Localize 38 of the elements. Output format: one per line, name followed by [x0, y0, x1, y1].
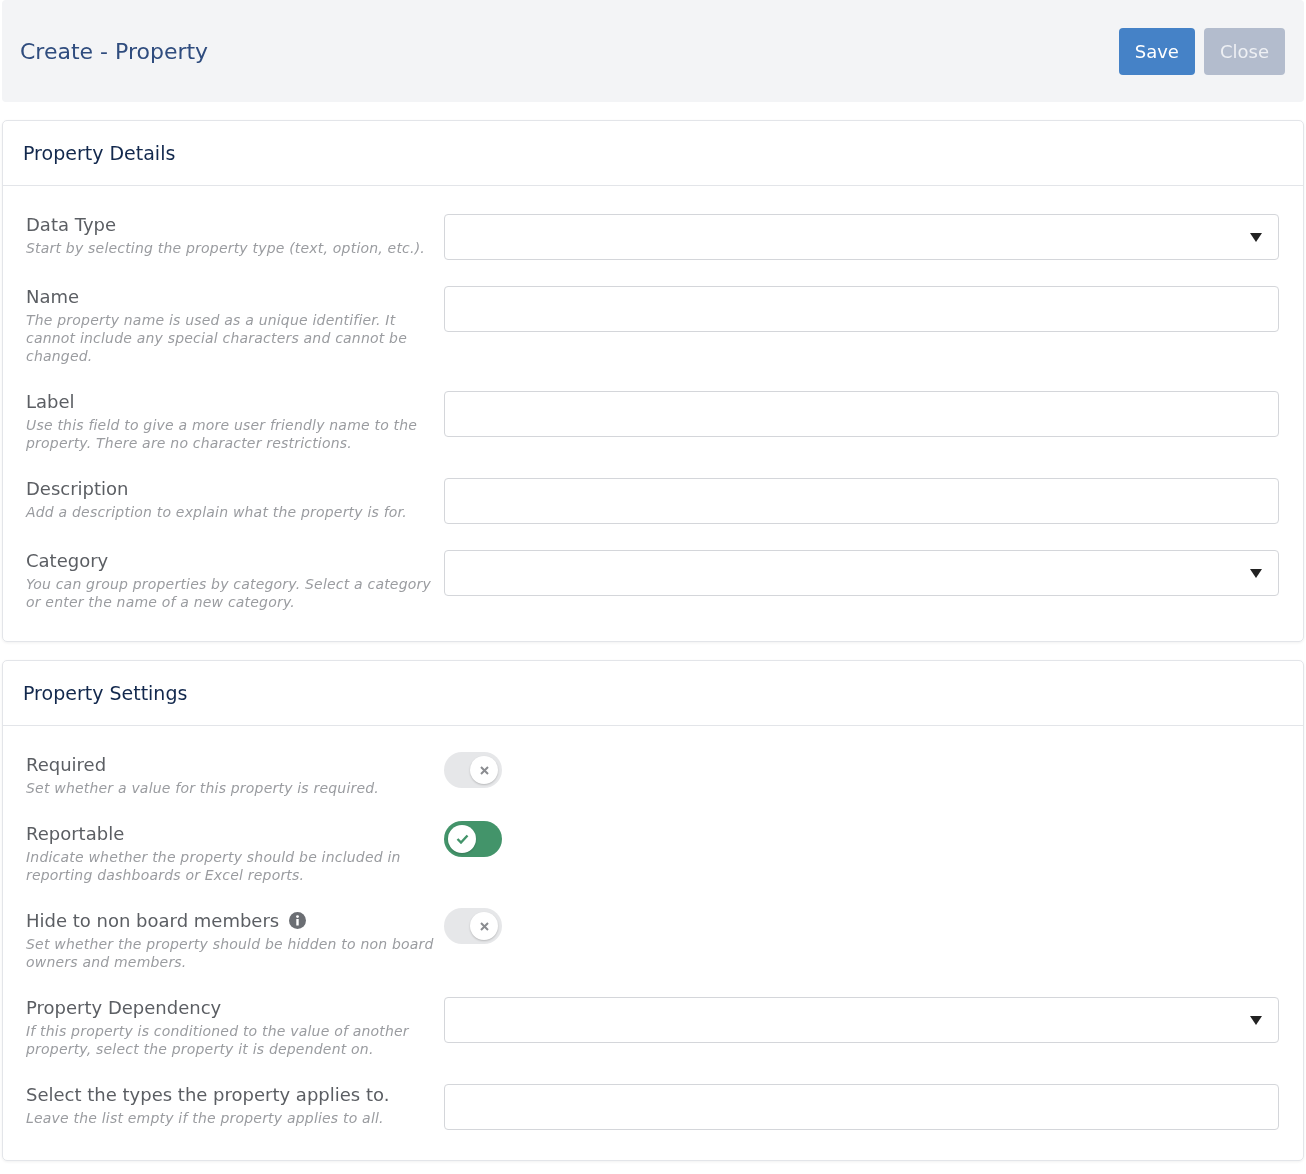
input-field[interactable] [444, 286, 1279, 332]
field-label: Category [26, 550, 109, 571]
toggle-switch[interactable] [444, 821, 502, 857]
field-label: Reportable [26, 823, 125, 844]
page-title: Create - Property [20, 38, 209, 64]
select-field[interactable] [444, 997, 1279, 1043]
help-text: Indicate whether the property should be included in reporting dashboards or Excel reports. [26, 848, 402, 884]
help-text: Add a description to explain what the property is for. [26, 503, 408, 521]
save-button[interactable]: Save [1118, 27, 1195, 75]
field-label: Name [26, 286, 80, 307]
field-label: Label [26, 391, 75, 412]
help-text: Start by selecting the property type (text, option, etc.). [26, 239, 426, 257]
card-title: Property Settings [3, 661, 1303, 726]
input-field[interactable] [444, 1084, 1279, 1130]
caret-icon [1250, 568, 1262, 578]
caret-icon [1250, 1015, 1262, 1025]
field-label: Data Type [26, 214, 117, 235]
help-text: You can group properties by category. Select a category or enter the name of a new category. [26, 575, 432, 611]
help-text: Use this field to give a more user friendly name to the property. There are no character restrictions. [26, 416, 419, 452]
help-text: Set whether the property should be hidden to non board owners and members. [26, 935, 435, 971]
field-label: Property Dependency [26, 997, 222, 1018]
card-title: Property Details [3, 121, 1303, 186]
caret-icon [1250, 232, 1262, 242]
toggle-switch[interactable] [444, 908, 502, 944]
toggle-switch[interactable] [444, 752, 502, 788]
input-field[interactable] [444, 391, 1279, 437]
info-icon[interactable] [289, 912, 307, 929]
field-label: Hide to non board members [26, 910, 280, 931]
help-text: Leave the list empty if the property applies to all. [26, 1109, 385, 1127]
select-field[interactable] [444, 214, 1279, 260]
field-label: Description [26, 478, 129, 499]
help-text: The property name is used as a unique identifier. It cannot include any special characters and cannot be changed. [26, 311, 408, 365]
field-label: Required [26, 754, 107, 775]
help-text: If this property is conditioned to the value of another property, select the property it is dependent on. [26, 1022, 410, 1058]
field-label: Select the types the property applies to. [26, 1084, 390, 1105]
select-field[interactable] [444, 550, 1279, 596]
input-field[interactable] [444, 478, 1279, 524]
help-text: Set whether a value for this property is required. [26, 779, 381, 797]
